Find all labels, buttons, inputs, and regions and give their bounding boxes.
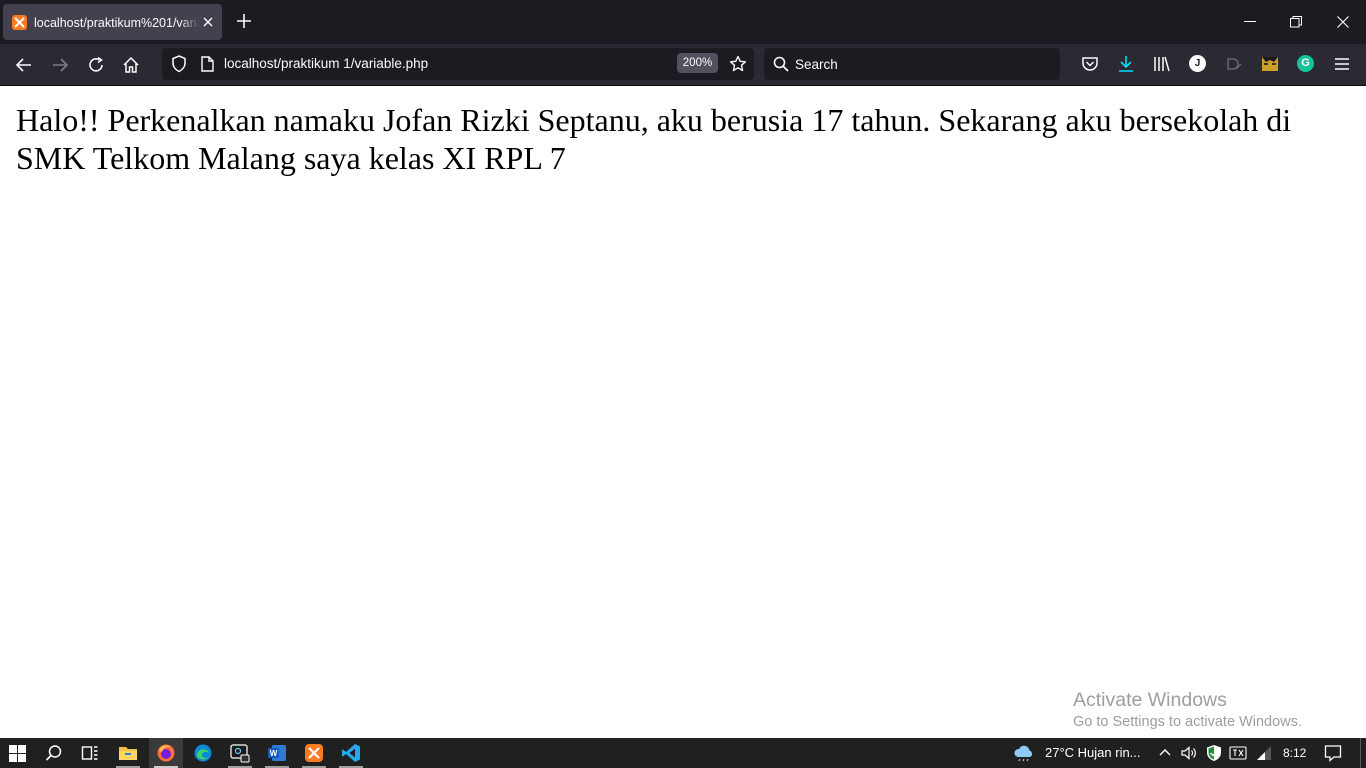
clock-time[interactable]: 8:12	[1283, 745, 1306, 761]
page-text: Halo!! Perkenalkan namaku Jofan Rizki Se…	[16, 102, 1292, 176]
watermark-subtitle: Go to Settings to activate Windows.	[1073, 714, 1302, 730]
windows-security-shield-icon[interactable]	[1206, 744, 1222, 762]
close-window-button[interactable]	[1337, 16, 1349, 28]
tab-title: localhost/praktikum%201/variable.php	[34, 16, 200, 30]
zoom-level-button[interactable]: 200%	[677, 53, 718, 73]
edge-icon[interactable]	[193, 743, 213, 763]
pocket-icon[interactable]	[1081, 55, 1099, 73]
forward-icon[interactable]	[51, 56, 69, 74]
url-text: localhost/praktikum 1/variable.php	[224, 56, 429, 71]
watermark-title: Activate Windows	[1073, 689, 1227, 711]
library-icon[interactable]	[1153, 55, 1171, 73]
search-icon[interactable]	[45, 744, 63, 762]
file-explorer-icon[interactable]	[118, 743, 138, 763]
vscode-icon[interactable]	[341, 743, 361, 763]
search-placeholder: Search	[795, 57, 838, 72]
sniping-tool-icon[interactable]	[230, 743, 250, 763]
show-desktop-divider[interactable]	[1360, 738, 1361, 768]
page-icon[interactable]	[201, 56, 214, 72]
downloads-icon[interactable]	[1117, 55, 1135, 73]
show-hidden-icons-chevron-icon[interactable]	[1159, 748, 1171, 756]
restore-window-button[interactable]	[1290, 16, 1302, 28]
windows-start-icon[interactable]	[9, 745, 26, 762]
firefox-icon[interactable]	[156, 743, 176, 763]
weather-cloud-icon[interactable]	[1013, 744, 1035, 762]
windows-taskbar: W 27°C Hujan rin... 8:12	[0, 738, 1366, 768]
search-bar[interactable]: Search	[764, 48, 1060, 80]
notification-center-icon[interactable]	[1324, 744, 1342, 762]
activate-windows-watermark: Activate Windows Go to Settings to activ…	[1073, 688, 1302, 732]
dark-reader-extension-icon[interactable]	[1225, 55, 1243, 73]
new-tab-icon[interactable]	[236, 13, 252, 29]
j-extension-icon[interactable]: J	[1189, 55, 1206, 72]
language-input-icon[interactable]	[1229, 745, 1247, 761]
xampp-icon	[12, 15, 27, 30]
volume-icon[interactable]	[1181, 745, 1197, 761]
wifi-icon[interactable]	[1256, 745, 1272, 761]
minimize-window-button[interactable]	[1244, 21, 1256, 22]
browser-tab[interactable]: localhost/praktikum%201/variable.php	[3, 4, 222, 40]
svg-text:W: W	[270, 749, 278, 758]
back-icon[interactable]	[15, 56, 33, 74]
weather-text[interactable]: 27°C Hujan rin...	[1045, 745, 1141, 761]
navigation-toolbar: localhost/praktikum 1/variable.php 200% …	[0, 44, 1366, 86]
batman-extension-icon[interactable]	[1261, 55, 1279, 73]
address-bar[interactable]: localhost/praktikum 1/variable.php 200%	[162, 48, 754, 80]
home-icon[interactable]	[122, 56, 140, 74]
shield-icon[interactable]	[171, 55, 187, 73]
xampp-icon[interactable]	[304, 743, 324, 763]
search-icon	[773, 56, 789, 72]
reload-icon[interactable]	[87, 56, 105, 74]
menu-icon[interactable]	[1333, 55, 1351, 73]
task-view-icon[interactable]	[81, 744, 99, 762]
word-icon[interactable]: W	[267, 743, 287, 763]
grammarly-icon[interactable]: G	[1297, 55, 1314, 72]
close-tab-icon[interactable]	[202, 16, 214, 28]
tab-bar: localhost/praktikum%201/variable.php	[0, 0, 1366, 44]
bookmark-star-icon[interactable]	[729, 55, 747, 73]
